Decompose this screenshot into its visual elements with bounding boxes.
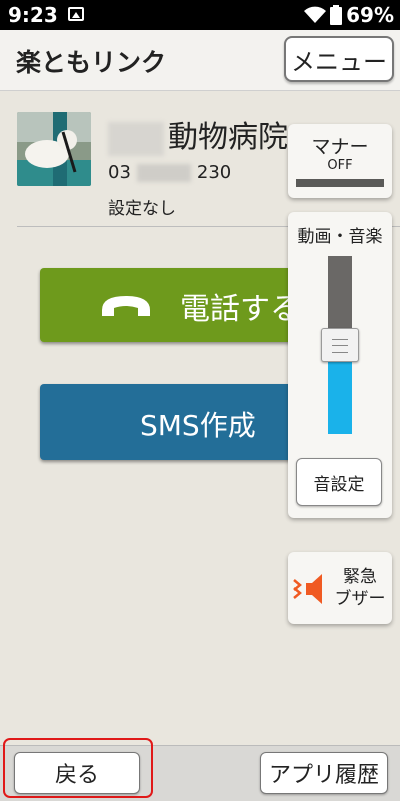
status-time: 9:23: [8, 3, 58, 27]
phone-suffix: 230: [196, 162, 232, 183]
status-indicators: 69%: [304, 3, 394, 27]
volume-slider-thumb[interactable]: [321, 328, 359, 362]
manner-mode-toggle[interactable]: マナー OFF: [288, 124, 392, 198]
contact-phone: 03 230: [108, 162, 231, 183]
menu-button[interactable]: メニュー: [284, 36, 394, 82]
volume-label: 動画・音楽: [297, 227, 383, 247]
app-title: 楽ともリンク: [16, 48, 167, 77]
contact-name-text: 動物病院: [168, 120, 288, 155]
volume-panel: 動画・音楽 音設定: [288, 212, 392, 518]
manner-label: マナー: [311, 136, 369, 158]
app-header: 楽ともリンク メニュー: [0, 30, 400, 91]
manner-state: OFF: [327, 158, 353, 173]
emergency-buzzer-button[interactable]: 緊急 ブザー: [288, 552, 392, 624]
buzzer-label-line1: 緊急: [343, 567, 377, 587]
buzzer-label-line2: ブザー: [334, 589, 386, 609]
gallery-icon: [68, 7, 84, 21]
battery-percentage: 69%: [346, 3, 394, 27]
name-redaction: [108, 121, 164, 156]
app-history-button[interactable]: アプリ履歴: [260, 752, 388, 794]
status-bar: 9:23 69%: [0, 0, 400, 30]
manner-indicator-bar: [296, 179, 384, 187]
call-label: 電話する: [180, 292, 300, 327]
contact-avatar: [17, 112, 91, 186]
phone-redaction: [136, 164, 191, 182]
contact-photo: [17, 112, 91, 186]
buzzer-speaker-icon: [293, 574, 322, 604]
battery-icon: [330, 5, 343, 25]
back-button[interactable]: 戻る: [14, 752, 140, 794]
phone-handset-icon: [102, 296, 150, 316]
phone-prefix: 03: [108, 162, 131, 183]
wifi-icon: [304, 6, 327, 23]
contact-name: 動物病院: [108, 112, 288, 156]
sound-settings-button[interactable]: 音設定: [296, 458, 382, 506]
sms-label: SMS作成: [140, 409, 256, 442]
buzzer-label: 緊急 ブザー: [332, 566, 388, 610]
contact-setting: 設定なし: [108, 199, 176, 219]
